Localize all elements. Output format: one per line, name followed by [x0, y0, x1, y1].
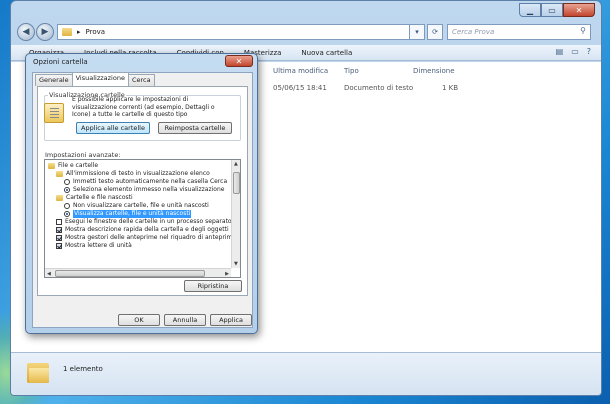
- tree-item-show-hidden[interactable]: Visualizza cartelle, file e unità nascos…: [64, 210, 192, 218]
- file-size[interactable]: 1 KB: [442, 84, 458, 92]
- file-modified[interactable]: 05/06/15 18:41: [273, 84, 327, 92]
- tab-search[interactable]: Cerca: [127, 74, 155, 86]
- reset-folders-button[interactable]: Reimposta cartelle: [158, 122, 232, 134]
- file-type[interactable]: Documento di testo: [344, 84, 413, 92]
- tree-item-dont-show-hidden[interactable]: Non visualizzare cartelle, file e unità …: [64, 202, 209, 210]
- checkbox-checked-icon[interactable]: [56, 227, 62, 233]
- scroll-down-icon[interactable]: ▼: [234, 261, 238, 267]
- radio-selected-icon[interactable]: [64, 187, 70, 193]
- scroll-right-icon[interactable]: ▶: [225, 271, 229, 277]
- folder-icon: [62, 28, 72, 36]
- dialog-title: Opzioni cartella: [33, 58, 88, 66]
- radio-icon[interactable]: [64, 203, 70, 209]
- column-header-type[interactable]: Tipo: [344, 67, 359, 75]
- tree-item-typing-list-view[interactable]: All'immissione di testo in visualizzazio…: [56, 170, 210, 178]
- toolbar-right: ▤ ▭ ?: [556, 47, 591, 56]
- dialog-close-button[interactable]: ✕: [225, 55, 253, 67]
- tree-items: File e cartelle All'immissione di testo …: [45, 160, 240, 268]
- scroll-thumb[interactable]: [233, 172, 240, 194]
- folder-views-icon: [44, 103, 64, 123]
- scroll-thumb[interactable]: [55, 270, 205, 277]
- chevron-right-icon: ▸: [77, 28, 81, 36]
- folder-icon: [48, 163, 55, 169]
- tree-item-files-folders[interactable]: File e cartelle: [48, 162, 98, 170]
- group-description: È possibile applicare le impostazioni di…: [72, 96, 215, 118]
- address-dropdown-button[interactable]: ▾: [409, 24, 425, 40]
- help-icon[interactable]: ?: [587, 47, 591, 56]
- radio-selected-icon[interactable]: [64, 211, 70, 217]
- checkbox-checked-icon[interactable]: [56, 235, 62, 241]
- refresh-icon: ⟳: [432, 28, 438, 36]
- tree-item-separate-process[interactable]: Esegui le finestre delle cartelle in un …: [56, 218, 232, 226]
- apply-to-folders-button[interactable]: Applica alle cartelle: [76, 122, 150, 134]
- radio-icon[interactable]: [64, 179, 70, 185]
- vertical-scrollbar[interactable]: ▲ ▼: [231, 160, 240, 268]
- tree-item-preview-handlers[interactable]: Mostra gestori delle anteprime nel riqua…: [56, 234, 236, 242]
- chevron-down-icon: ▾: [415, 28, 419, 36]
- advanced-settings-label: Impostazioni avanzate:: [45, 151, 121, 159]
- details-pane: 1 elemento: [11, 352, 601, 395]
- item-count: 1 elemento: [63, 365, 103, 373]
- apply-button[interactable]: Applica: [210, 314, 252, 326]
- refresh-button[interactable]: ⟳: [427, 24, 443, 40]
- minimize-button[interactable]: ▁: [519, 3, 541, 17]
- arrow-left-icon: ◀: [22, 27, 30, 37]
- preview-pane-icon[interactable]: ▭: [571, 47, 579, 56]
- close-icon: ✕: [575, 5, 583, 15]
- new-folder-button[interactable]: Nuova cartella: [301, 49, 352, 57]
- search-placeholder: Cerca Prova: [452, 28, 495, 36]
- folder-icon: [56, 195, 63, 201]
- minimize-icon: ▁: [526, 5, 534, 15]
- tab-strip: Generale Visualizzazione Cerca: [35, 72, 155, 86]
- scroll-up-icon[interactable]: ▲: [234, 161, 238, 167]
- search-icon: ⚲: [580, 26, 586, 35]
- close-icon: ✕: [235, 56, 243, 66]
- dialog-body: Generale Visualizzazione Cerca Visualizz…: [32, 72, 253, 328]
- tree-item-hidden-files[interactable]: Cartelle e file nascosti: [56, 194, 133, 202]
- view-options-icon[interactable]: ▤: [556, 47, 564, 56]
- maximize-button[interactable]: ▭: [541, 3, 563, 17]
- column-header-modified[interactable]: Ultima modifica: [273, 67, 328, 75]
- checkbox-checked-icon[interactable]: [56, 243, 62, 249]
- maximize-icon: ▭: [548, 5, 556, 15]
- cancel-button[interactable]: Annulla: [164, 314, 206, 326]
- window-controls: ▁ ▭ ✕: [519, 3, 595, 17]
- folder-icon: [56, 171, 63, 177]
- tab-general[interactable]: Generale: [35, 74, 73, 86]
- view-tab-panel: Visualizzazione cartelle È possibile app…: [37, 86, 248, 296]
- tree-item-select-typed[interactable]: Seleziona elemento immesso nella visuali…: [64, 186, 224, 194]
- advanced-settings-tree[interactable]: File e cartelle All'immissione di testo …: [44, 159, 241, 278]
- tree-item-drive-letters[interactable]: Mostra lettere di unità: [56, 242, 132, 250]
- scroll-left-icon[interactable]: ◀: [47, 271, 51, 277]
- tab-view[interactable]: Visualizzazione: [71, 72, 129, 86]
- folder-options-dialog: Opzioni cartella ✕ Generale Visualizzazi…: [25, 53, 258, 334]
- close-button[interactable]: ✕: [563, 3, 595, 17]
- restore-defaults-button[interactable]: Ripristina: [184, 280, 242, 292]
- folder-icon: [27, 361, 49, 383]
- column-header-size[interactable]: Dimensione: [413, 67, 455, 75]
- address-row: ◀ ▶ ▸ Prova ▾ ⟳ Cerca Prova ⚲: [11, 21, 601, 43]
- back-button[interactable]: ◀: [17, 23, 35, 41]
- tree-item-autotype-search[interactable]: Immetti testo automaticamente nella case…: [64, 178, 227, 186]
- tree-item-popup-description[interactable]: Mostra descrizione rapida della cartella…: [56, 226, 240, 234]
- checkbox-icon[interactable]: [56, 219, 62, 225]
- address-bar[interactable]: ▸ Prova: [57, 24, 423, 40]
- breadcrumb-prova[interactable]: Prova: [86, 28, 106, 36]
- forward-button[interactable]: ▶: [36, 23, 54, 41]
- search-input[interactable]: Cerca Prova ⚲: [447, 24, 591, 40]
- arrow-right-icon: ▶: [41, 27, 49, 37]
- ok-button[interactable]: OK: [118, 314, 160, 326]
- horizontal-scrollbar[interactable]: ◀ ▶: [45, 268, 231, 277]
